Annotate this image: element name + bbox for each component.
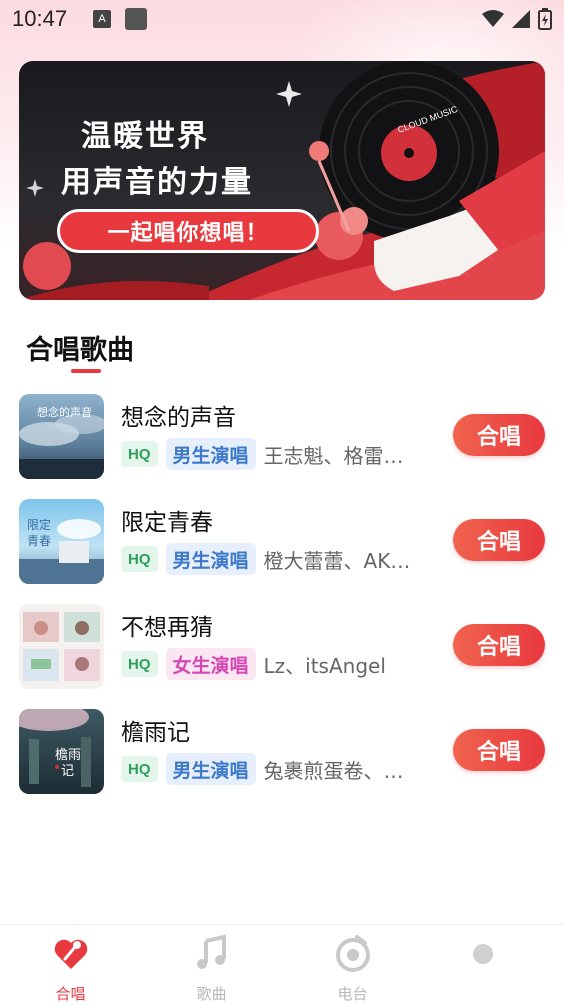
svg-text:记: 记 (61, 764, 74, 779)
radio-icon (331, 931, 375, 975)
album-cover (19, 604, 104, 689)
svg-text:青春: 青春 (27, 534, 51, 548)
svg-text:檐雨: 檐雨 (55, 748, 81, 763)
voice-type-badge: 男生演唱 (165, 438, 256, 470)
nav-label: 电台 (337, 985, 368, 1003)
nav-item-chorus[interactable]: 合唱 (0, 925, 141, 1004)
album-cover: 想念的声音 (19, 394, 104, 479)
status-bar: 10:47 A (0, 0, 564, 38)
album-cover: 限定 青春 (19, 499, 104, 584)
hq-badge: HQ (121, 651, 158, 677)
song-artists: 橙大蕾蕾、AK刘彰 (263, 548, 422, 573)
status-icons (482, 8, 552, 30)
signal-icon (512, 10, 530, 28)
song-row[interactable]: 不想再猜 HQ 女生演唱 Lz、itsAngel 合唱 (19, 604, 545, 690)
voice-type-badge: 女生演唱 (165, 648, 256, 680)
voice-type-badge: 男生演唱 (165, 543, 256, 575)
song-tags: HQ 女生演唱 Lz、itsAngel (121, 648, 441, 680)
song-row[interactable]: 限定 青春 限定青春 HQ 男生演唱 橙大蕾蕾、AK刘彰 合唱 (19, 499, 545, 585)
song-title: 不想再猜 (121, 615, 213, 641)
hq-badge: HQ (121, 546, 158, 572)
song-artists: Lz、itsAngel (263, 653, 386, 678)
nav-label: 合唱 (55, 985, 86, 1003)
nav-label: 歌曲 (196, 985, 227, 1003)
notification-a-icon: A (93, 10, 112, 28)
song-artists: 兔裹煎蛋卷、洛少爷 (263, 758, 422, 783)
song-title: 檐雨记 (121, 720, 190, 746)
song-tags: HQ 男生演唱 橙大蕾蕾、AK刘彰 (121, 543, 441, 575)
hq-badge: HQ (121, 756, 158, 782)
album-cover: 檐雨 记 (19, 709, 104, 794)
song-title: 限定青春 (121, 510, 213, 536)
voice-type-badge: 男生演唱 (165, 753, 256, 785)
song-title: 想念的声音 (121, 405, 236, 431)
banner-slogan-pill: 一起唱你想唱！ (57, 209, 319, 253)
chorus-icon (49, 931, 93, 975)
chorus-button[interactable]: 合唱 (453, 519, 545, 561)
nav-item-radio[interactable]: 电台 (282, 925, 423, 1004)
status-time: 10:47 (12, 6, 68, 31)
profile-dot-icon (472, 931, 516, 975)
promo-banner[interactable]: CLOUD MUSIC 温暖世界 用声音的力量 一起唱你想唱！ (19, 61, 545, 300)
chorus-button[interactable]: 合唱 (453, 729, 545, 771)
svg-text:想念的声音: 想念的声音 (37, 405, 92, 419)
banner-headline-2: 用声音的力量 (61, 165, 253, 200)
battery-icon (538, 8, 552, 30)
nav-item-profile[interactable] (423, 925, 564, 1004)
section-underline (71, 369, 101, 373)
song-artists: 王志魁、格雷西西西 (263, 443, 422, 468)
nav-item-songs[interactable]: 歌曲 (141, 925, 282, 1004)
song-row[interactable]: 檐雨 记 檐雨记 HQ 男生演唱 兔裹煎蛋卷、洛少爷 合唱 (19, 709, 545, 795)
svg-text:限定: 限定 (27, 517, 51, 532)
bottom-nav: 合唱 歌曲 电台 (0, 924, 564, 1004)
section-title: 合唱歌曲 (26, 335, 134, 366)
chorus-button[interactable]: 合唱 (453, 414, 545, 456)
hq-badge: HQ (121, 441, 158, 467)
chorus-button[interactable]: 合唱 (453, 624, 545, 666)
song-row[interactable]: 想念的声音 想念的声音 HQ 男生演唱 王志魁、格雷西西西 合唱 (19, 394, 545, 480)
notification-square-icon (125, 8, 148, 30)
song-tags: HQ 男生演唱 兔裹煎蛋卷、洛少爷 (121, 753, 441, 785)
music-note-icon (190, 931, 234, 975)
banner-headline-1: 温暖世界 (81, 119, 209, 154)
wifi-icon (482, 10, 504, 27)
song-tags: HQ 男生演唱 王志魁、格雷西西西 (121, 438, 441, 470)
